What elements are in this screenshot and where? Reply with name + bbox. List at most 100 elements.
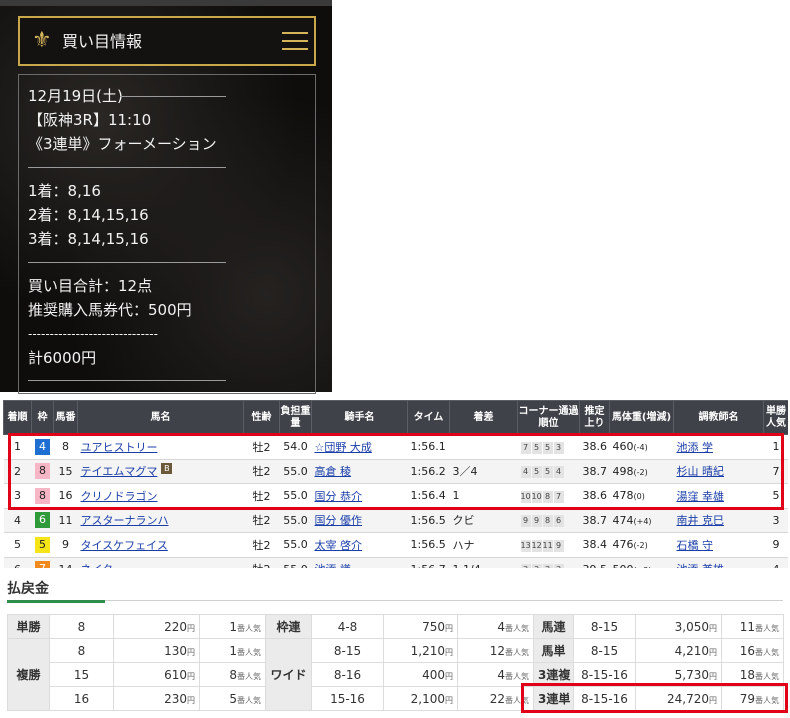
trainer-link[interactable]: 石橋 守 xyxy=(677,539,714,552)
payout-amount: 400円 xyxy=(383,662,458,687)
column-header: 調教師名 xyxy=(673,400,764,435)
trainer-link[interactable]: 池添 兼雄 xyxy=(677,563,725,568)
yen-unit: 円 xyxy=(445,647,453,657)
corner-position: 3 xyxy=(520,564,531,568)
popularity-unit: 番人気 xyxy=(237,623,261,633)
top-bar xyxy=(0,0,332,6)
horse-number: 9 xyxy=(53,532,78,558)
popularity-unit: 番人気 xyxy=(237,647,261,657)
corner-position: 11 xyxy=(542,539,553,552)
last-3f: 39.5 xyxy=(579,557,610,568)
payout-numbers: 8 xyxy=(49,638,114,663)
divider xyxy=(28,167,226,168)
column-header: タイム xyxy=(407,400,450,435)
sex-age: 牡2 xyxy=(243,508,280,533)
divider xyxy=(120,96,226,97)
amount-value: 5,730 xyxy=(674,667,709,682)
waku-cell: 7 xyxy=(31,557,54,568)
yen-unit: 円 xyxy=(187,647,195,657)
margin: ハナ xyxy=(449,532,518,558)
column-header: 着順 xyxy=(3,400,32,435)
horse-name-link[interactable]: アスターナランハ xyxy=(81,514,169,527)
column-header: 負担重量 xyxy=(279,400,312,435)
trainer-link[interactable]: 南井 克巳 xyxy=(677,514,725,527)
amount-value: 2,100 xyxy=(410,691,445,706)
amount-value: 4,210 xyxy=(674,643,709,658)
payout-numbers: 4-8 xyxy=(311,614,384,639)
corner-position: 8 xyxy=(542,515,553,528)
finish-time: 1:56.7 xyxy=(407,557,450,568)
horse-number: 14 xyxy=(53,557,78,568)
payout-divider xyxy=(7,600,783,601)
bet-type-label: 枠連 xyxy=(265,614,312,639)
body-weight-change: (+2) xyxy=(634,566,652,568)
finish-time: 1:56.5 xyxy=(407,532,450,558)
results-header-row: 着順枠馬番 馬名 性齢 負担重量 騎手名 タイム 着差 コーナー通過順位 推定上り 馬体重(増減)… xyxy=(3,400,788,435)
dashed-separator: ------------------------------ xyxy=(28,327,158,341)
corner-position: 3 xyxy=(531,564,542,568)
popularity-value: 1 xyxy=(229,643,237,658)
amount-value: 750 xyxy=(422,619,445,634)
corner-position: 13 xyxy=(520,539,531,552)
popularity-value: 4 xyxy=(497,619,505,634)
finish-position: 4 xyxy=(3,508,32,533)
bet-info-panel: ⚜ 買い目情報 12月19日(土) 【阪神3R】11:10 《3連単》フォーメー… xyxy=(0,0,332,394)
payout-amount: 750円 xyxy=(383,614,458,639)
amount-value: 3,050 xyxy=(674,619,709,634)
amount-value: 230 xyxy=(164,691,187,706)
payout-amount: 2,100円 xyxy=(383,686,458,711)
win-popularity: 4 xyxy=(763,557,788,568)
jockey-cell: 池添 謙 xyxy=(311,557,408,568)
horse-name-link[interactable]: ネイタ xyxy=(81,563,114,568)
carried-weight: 55.0 xyxy=(279,557,312,568)
last-3f: 38.7 xyxy=(579,508,610,533)
payout-row: 単勝 8 220円 1番人気 枠連 4-8 750円 4番人気 馬連 8-15 3,050円 11番人… xyxy=(7,614,784,639)
popularity-value: 12 xyxy=(489,643,505,658)
payout-numbers: 8-15 xyxy=(573,614,636,639)
margin: クビ xyxy=(449,508,518,533)
corner-position: 3 xyxy=(553,564,564,568)
corner-position: 6 xyxy=(553,515,564,528)
jockey-link[interactable]: 太宰 啓介 xyxy=(315,539,363,552)
jockey-link[interactable]: 池添 謙 xyxy=(315,563,352,568)
body-weight-value: 474 xyxy=(612,513,634,527)
column-header: 馬名 xyxy=(77,400,244,435)
jockey-link[interactable]: 国分 優作 xyxy=(315,514,363,527)
popularity-unit: 番人気 xyxy=(505,671,529,681)
fleur-de-lis-icon: ⚜ xyxy=(32,28,52,53)
waku-cell: 5 xyxy=(31,532,54,558)
hamburger-menu-icon[interactable] xyxy=(282,28,308,54)
payout-numbers: 8-15 xyxy=(573,638,636,663)
panel-header: ⚜ 買い目情報 xyxy=(18,16,316,66)
race-date: 12月19日(土) xyxy=(28,87,123,105)
payout-numbers: 15-16 xyxy=(311,686,384,711)
amount-value: 130 xyxy=(164,643,187,658)
payout-numbers: 16 xyxy=(49,686,114,711)
payout-popularity: 8番人気 xyxy=(199,662,266,687)
waku-badge: 5 xyxy=(35,536,50,553)
popularity-value: 1 xyxy=(229,619,237,634)
bet-type-label: ワイド xyxy=(265,638,312,711)
yen-unit: 円 xyxy=(187,695,195,705)
payout-popularity: 1番人気 xyxy=(199,638,266,663)
horse-name-cell: タイスケフェイス xyxy=(77,532,244,558)
waku-cell: 6 xyxy=(31,508,54,533)
highlight-sanrentan xyxy=(521,683,788,713)
body-weight: 474(+4) xyxy=(609,508,674,533)
horse-name-link[interactable]: タイスケフェイス xyxy=(81,539,168,552)
body-weight-value: 476 xyxy=(612,538,634,552)
finish-position: 5 xyxy=(3,532,32,558)
popularity-unit: 番人気 xyxy=(755,647,779,657)
divider xyxy=(28,262,226,263)
first-place-picks: 1着：8,16 xyxy=(28,182,101,200)
recommended-amount: 推奨購入馬券代：500円 xyxy=(28,301,192,319)
body-weight-change: (+4) xyxy=(633,516,652,526)
win-popularity: 9 xyxy=(763,532,788,558)
amount-value: 400 xyxy=(422,667,445,682)
popularity-unit: 番人気 xyxy=(755,623,779,633)
amount-value: 220 xyxy=(164,619,187,634)
margin: 1 1/4 xyxy=(449,557,518,568)
body-weight-value: 500 xyxy=(613,563,634,568)
corner-position: 3 xyxy=(542,564,553,568)
bet-type-label: 馬単 xyxy=(533,638,574,663)
